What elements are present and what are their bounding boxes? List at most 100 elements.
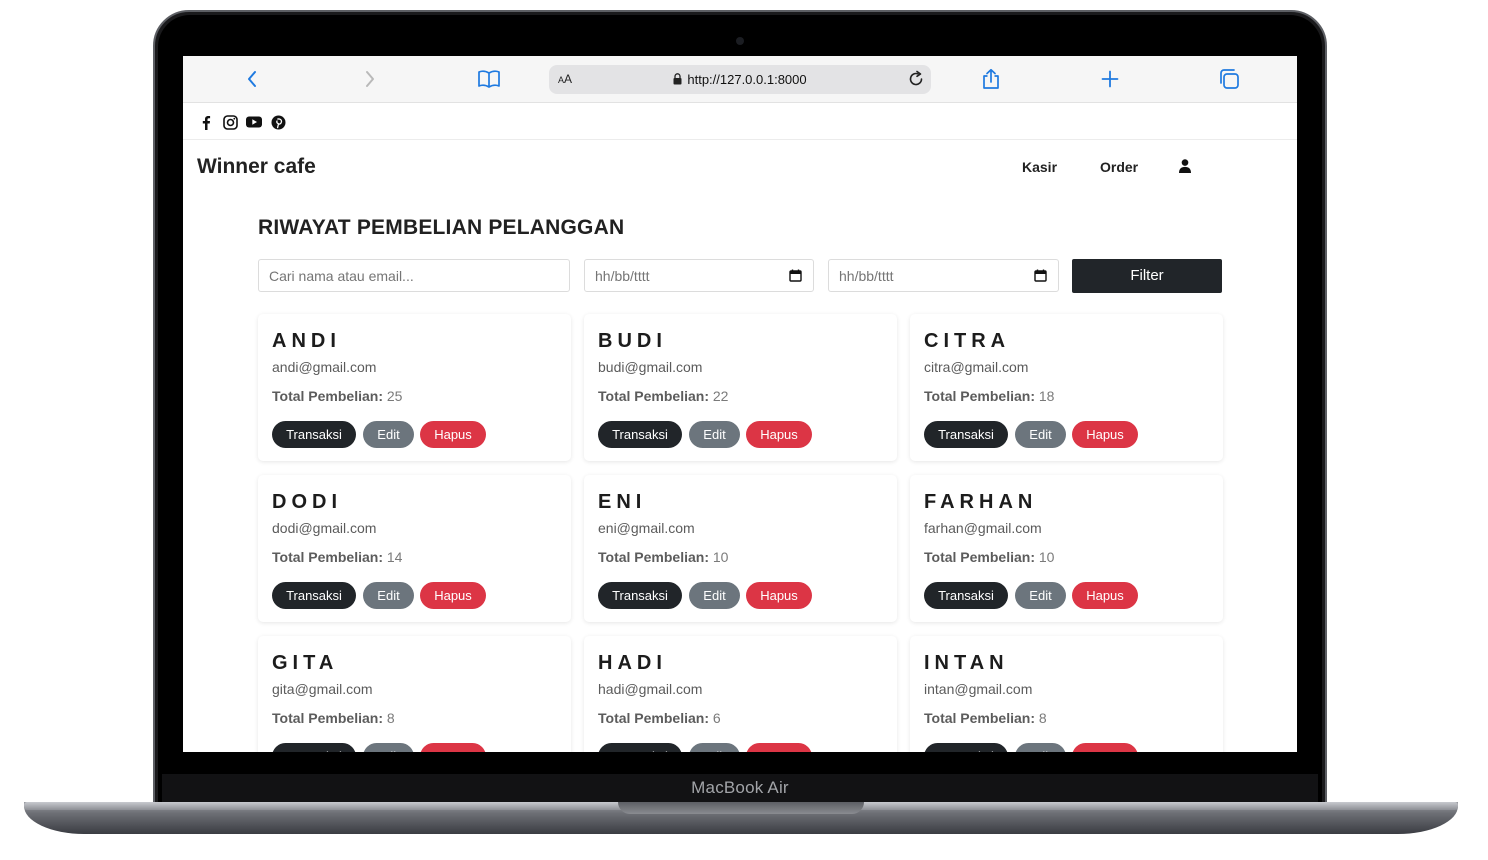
transaksi-button[interactable]: Transaksi xyxy=(272,421,356,448)
search-placeholder: Cari nama atau email... xyxy=(269,268,414,284)
tabs-icon[interactable] xyxy=(1216,66,1242,92)
reload-icon[interactable] xyxy=(907,70,925,93)
brand-logo[interactable]: Winner cafe xyxy=(197,155,316,179)
forward-icon[interactable] xyxy=(357,66,383,92)
customer-name: ANDI xyxy=(272,330,341,352)
new-tab-icon[interactable] xyxy=(1097,66,1123,92)
hapus-button[interactable]: Hapus xyxy=(1072,743,1138,752)
edit-button[interactable]: Edit xyxy=(363,582,414,609)
customer-card: ENI eni@gmail.com Total Pembelian: 10 Tr… xyxy=(584,475,897,622)
customer-name: FARHAN xyxy=(924,491,1038,513)
hapus-button[interactable]: Hapus xyxy=(420,421,486,448)
back-icon[interactable] xyxy=(239,66,265,92)
customer-email: gita@gmail.com xyxy=(272,681,373,697)
edit-button[interactable]: Edit xyxy=(363,743,414,752)
total-value: 6 xyxy=(712,710,721,726)
transaksi-button[interactable]: Transaksi xyxy=(272,743,356,752)
customer-card: BUDI budi@gmail.com Total Pembelian: 22 … xyxy=(584,314,897,461)
hapus-button[interactable]: Hapus xyxy=(420,743,486,752)
total-value: 8 xyxy=(386,710,395,726)
transaksi-button[interactable]: Transaksi xyxy=(924,743,1008,752)
youtube-icon[interactable] xyxy=(246,114,262,130)
hapus-button[interactable]: Hapus xyxy=(746,743,812,752)
url-text: http://127.0.0.1:8000 xyxy=(687,72,807,87)
customer-name: CITRA xyxy=(924,330,1011,352)
edit-button[interactable]: Edit xyxy=(1015,743,1066,752)
edit-button[interactable]: Edit xyxy=(1015,582,1066,609)
hapus-button[interactable]: Hapus xyxy=(1072,421,1138,448)
total-value: 10 xyxy=(1038,549,1055,565)
customer-total: Total Pembelian: 22 xyxy=(598,388,728,404)
screen: AA http://127.0.0.1:8000 Winner cafe Kas… xyxy=(183,56,1297,752)
social-bar xyxy=(183,103,1297,140)
calendar-icon[interactable] xyxy=(1034,269,1047,285)
total-label: Total Pembelian: xyxy=(272,388,383,404)
address-bar[interactable]: AA http://127.0.0.1:8000 xyxy=(549,65,931,94)
calendar-icon[interactable] xyxy=(789,269,802,285)
customer-total: Total Pembelian: 14 xyxy=(272,549,402,565)
share-icon[interactable] xyxy=(978,66,1004,92)
transaksi-button[interactable]: Transaksi xyxy=(924,582,1008,609)
date-to-input[interactable]: hh/bb/tttt xyxy=(828,259,1059,292)
edit-button[interactable]: Edit xyxy=(689,743,740,752)
total-label: Total Pembelian: xyxy=(272,710,383,726)
total-label: Total Pembelian: xyxy=(598,549,709,565)
edit-button[interactable]: Edit xyxy=(689,421,740,448)
customer-card: HADI hadi@gmail.com Total Pembelian: 6 T… xyxy=(584,636,897,752)
search-input[interactable]: Cari nama atau email... xyxy=(258,259,570,292)
total-label: Total Pembelian: xyxy=(598,388,709,404)
customer-total: Total Pembelian: 25 xyxy=(272,388,402,404)
customer-card: ANDI andi@gmail.com Total Pembelian: 25 … xyxy=(258,314,571,461)
total-value: 22 xyxy=(712,388,729,404)
transaksi-button[interactable]: Transaksi xyxy=(598,743,682,752)
customer-card: FARHAN farhan@gmail.com Total Pembelian:… xyxy=(910,475,1223,622)
facebook-icon[interactable] xyxy=(198,114,214,130)
date-from-placeholder: hh/bb/tttt xyxy=(595,268,650,284)
filter-button[interactable]: Filter xyxy=(1072,259,1222,293)
hapus-button[interactable]: Hapus xyxy=(1072,582,1138,609)
total-value: 10 xyxy=(712,549,729,565)
customer-email: intan@gmail.com xyxy=(924,681,1033,697)
nav-link-order[interactable]: Order xyxy=(1100,159,1138,175)
url-field[interactable]: http://127.0.0.1:8000 xyxy=(549,72,931,88)
customer-total: Total Pembelian: 8 xyxy=(924,710,1047,726)
customer-email: hadi@gmail.com xyxy=(598,681,703,697)
customer-email: eni@gmail.com xyxy=(598,520,695,536)
transaksi-button[interactable]: Transaksi xyxy=(598,582,682,609)
total-value: 25 xyxy=(386,388,403,404)
customer-card: GITA gita@gmail.com Total Pembelian: 8 T… xyxy=(258,636,571,752)
customer-name: GITA xyxy=(272,652,339,674)
customer-name: HADI xyxy=(598,652,667,674)
nav-link-kasir[interactable]: Kasir xyxy=(1022,159,1057,175)
customer-email: farhan@gmail.com xyxy=(924,520,1042,536)
transaksi-button[interactable]: Transaksi xyxy=(924,421,1008,448)
date-from-input[interactable]: hh/bb/tttt xyxy=(584,259,814,292)
hapus-button[interactable]: Hapus xyxy=(746,582,812,609)
edit-button[interactable]: Edit xyxy=(1015,421,1066,448)
instagram-icon[interactable] xyxy=(222,114,238,130)
customer-total: Total Pembelian: 18 xyxy=(924,388,1054,404)
hapus-button[interactable]: Hapus xyxy=(746,421,812,448)
customer-card: CITRA citra@gmail.com Total Pembelian: 1… xyxy=(910,314,1223,461)
customer-card: DODI dodi@gmail.com Total Pembelian: 14 … xyxy=(258,475,571,622)
total-label: Total Pembelian: xyxy=(272,549,383,565)
customer-total: Total Pembelian: 10 xyxy=(924,549,1054,565)
edit-button[interactable]: Edit xyxy=(689,582,740,609)
edit-button[interactable]: Edit xyxy=(363,421,414,448)
lock-icon xyxy=(673,73,682,88)
bookmarks-icon[interactable] xyxy=(476,66,502,92)
total-label: Total Pembelian: xyxy=(924,710,1035,726)
laptop-notch xyxy=(618,802,864,814)
browser-toolbar: AA http://127.0.0.1:8000 xyxy=(183,56,1297,103)
transaksi-button[interactable]: Transaksi xyxy=(598,421,682,448)
transaksi-button[interactable]: Transaksi xyxy=(272,582,356,609)
pinterest-icon[interactable] xyxy=(270,114,286,130)
customer-name: DODI xyxy=(272,491,342,513)
hapus-button[interactable]: Hapus xyxy=(420,582,486,609)
customer-name: INTAN xyxy=(924,652,1009,674)
user-icon[interactable] xyxy=(1179,159,1191,178)
customer-total: Total Pembelian: 10 xyxy=(598,549,728,565)
customer-email: budi@gmail.com xyxy=(598,359,703,375)
total-value: 14 xyxy=(386,549,403,565)
customer-card: INTAN intan@gmail.com Total Pembelian: 8… xyxy=(910,636,1223,752)
